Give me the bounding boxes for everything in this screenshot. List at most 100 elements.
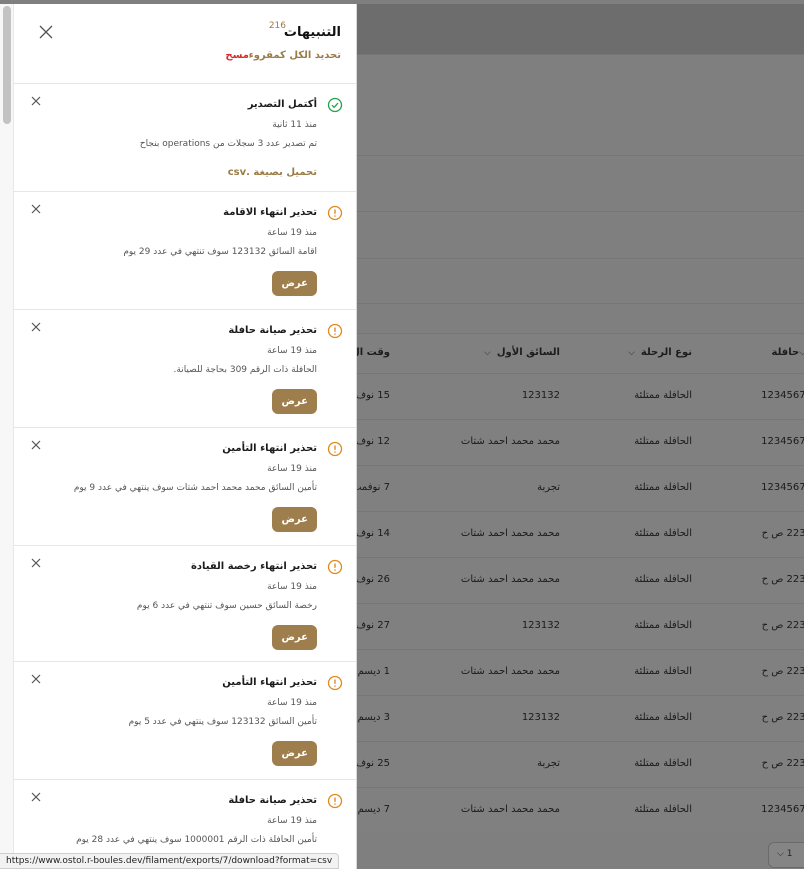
table-cell-bus: 2234 ص ح xyxy=(761,620,804,631)
warning-circle-icon xyxy=(327,205,343,221)
scrollbar[interactable] xyxy=(0,4,14,869)
close-icon[interactable] xyxy=(38,24,54,40)
table-row[interactable]: 12345678 الحافلة ممتلئة 123132 15 نوف xyxy=(356,373,804,419)
warning-circle-icon xyxy=(327,559,343,575)
table-cell-bus: 12345678 xyxy=(761,390,804,401)
table-cell-time: 14 نوف xyxy=(355,528,390,539)
table-cell-trip-type: الحافلة ممتلئة xyxy=(634,666,692,677)
notification-body: تأمين السائق 123132 سوف ينتهي في عدد 5 ي… xyxy=(128,717,317,727)
table-cell-time: 7 نوفمب xyxy=(352,482,390,493)
notification-residency-expiry: تحذير انتهاء الاقامة منذ 19 ساعة اقامة ا… xyxy=(14,192,356,310)
notification-bus-maintenance: تحذير صيانة حافلة منذ 19 ساعة الحافلة ذا… xyxy=(14,310,356,428)
view-button[interactable]: عرض xyxy=(272,389,317,414)
table-cell-bus: 2235 ص ح xyxy=(761,528,804,539)
table-cell-bus: 2234 ص ح xyxy=(761,712,804,723)
table-row[interactable]: 2235 ص ح الحافلة ممتلئة محمد محمد احمد شتا… xyxy=(356,557,804,603)
notification-body: رخصة السائق حسين سوف تنتهي في عدد 6 يوم xyxy=(136,601,317,611)
table-cell-trip-type: الحافلة ممتلئة xyxy=(634,482,692,493)
column-header-trip-type[interactable]: نوع الرحلة⌵ xyxy=(628,347,692,358)
close-icon[interactable] xyxy=(30,95,42,107)
table-cell-driver: 123132 xyxy=(521,620,560,631)
table-cell-time: 7 ديسم xyxy=(357,804,390,815)
table-row[interactable]: 12345678 الحافلة ممتلئة تجربة 7 نوفمب xyxy=(352,465,804,511)
table-cell-bus: 12345678 xyxy=(761,436,804,447)
table-cell-driver: 123132 xyxy=(521,390,560,401)
warning-circle-icon xyxy=(327,675,343,691)
panel-title: التنبيهات xyxy=(283,25,341,40)
table-row[interactable]: 2237 ص ح الحافلة ممتلئة تجربة 25 نوف xyxy=(356,741,804,787)
notification-license-expiry: تحذير انتهاء رخصة القيادة منذ 19 ساعة رخ… xyxy=(14,546,356,662)
view-button[interactable]: عرض xyxy=(272,741,317,766)
table-cell-driver: تجربة xyxy=(537,482,560,493)
table-row[interactable]: 2234 ص ح الحافلة ممتلئة 123132 3 ديسم xyxy=(356,695,804,741)
notification-count-badge: 216 xyxy=(268,21,286,31)
table-cell-time: 3 ديسم xyxy=(357,712,390,723)
chevron-down-icon: ⌵ xyxy=(484,348,491,358)
clear-all-link[interactable]: مسح xyxy=(225,50,249,61)
warning-circle-icon xyxy=(327,323,343,339)
notification-title: تحذير انتهاء رخصة القيادة xyxy=(190,561,317,572)
notification-time: منذ 19 ساعة xyxy=(267,464,317,474)
view-button[interactable]: عرض xyxy=(272,507,317,532)
notification-body: تأمين السائق محمد محمد احمد شتات سوف ينت… xyxy=(73,483,317,493)
table-cell-driver: محمد محمد احمد شتات xyxy=(460,804,560,815)
table-row[interactable]: 12345678 الحافلة ممتلئة محمد محمد احمد شتا… xyxy=(356,787,804,833)
notification-title: تحذير انتهاء التأمين xyxy=(222,443,317,454)
warning-circle-icon xyxy=(327,793,343,809)
close-icon[interactable] xyxy=(30,321,42,333)
table-row[interactable]: 2234 ص ح الحافلة ممتلئة 123132 27 نوف xyxy=(356,603,804,649)
notification-insurance-expiry: تحذير انتهاء التأمين منذ 19 ساعة تأمين ا… xyxy=(14,662,356,780)
notification-time: منذ 19 ساعة xyxy=(267,228,317,238)
table-row[interactable]: 2235 ص ح الحافلة ممتلئة محمد محمد احمد شتا… xyxy=(356,649,804,695)
close-icon[interactable] xyxy=(30,673,42,685)
table-cell-time: 1 ديسم xyxy=(357,666,390,677)
table-cell-trip-type: الحافلة ممتلئة xyxy=(634,712,692,723)
table-cell-trip-type: الحافلة ممتلئة xyxy=(634,574,692,585)
table-cell-bus: 12345678 xyxy=(761,804,804,815)
table-cell-driver: محمد محمد احمد شتات xyxy=(460,666,560,677)
view-button[interactable]: عرض xyxy=(272,625,317,650)
download-csv-link[interactable]: تحميل بصيغة .csv xyxy=(228,167,317,178)
mark-all-read-link[interactable]: تحديد الكل كمقروء xyxy=(249,50,341,61)
table-cell-driver: 123132 xyxy=(521,712,560,723)
scrollbar-thumb[interactable] xyxy=(3,6,11,124)
notification-body: تم تصدير عدد 3 سجلات من operations بنجاح xyxy=(139,139,317,149)
table-cell-driver: محمد محمد احمد شتات xyxy=(460,528,560,539)
table-cell-bus: 12345678 xyxy=(761,482,804,493)
chevron-down-icon: ⌵ xyxy=(777,849,784,859)
table-cell-driver: محمد محمد احمد شتات xyxy=(460,436,560,447)
table-cell-driver: تجربة xyxy=(537,758,560,769)
notification-title: تحذير صيانة حافلة xyxy=(228,325,317,336)
pagination-select[interactable]: ⌵ 1 xyxy=(768,842,804,868)
notification-export-complete: أكتمل التصدير منذ 11 ثانية تم تصدير عدد … xyxy=(14,84,356,192)
status-bar-url: https://www.ostol.r-boules.dev/filament/… xyxy=(0,853,340,869)
table-cell-trip-type: الحافلة ممتلئة xyxy=(634,758,692,769)
table-cell-trip-type: الحافلة ممتلئة xyxy=(634,436,692,447)
check-circle-icon xyxy=(327,97,343,113)
table-cell-trip-type: الحافلة ممتلئة xyxy=(634,390,692,401)
table-cell-time: 25 نوف xyxy=(355,758,390,769)
close-icon[interactable] xyxy=(30,557,42,569)
notification-title: أكتمل التصدير xyxy=(247,99,317,110)
view-button[interactable]: عرض xyxy=(272,271,317,296)
chevron-down-icon: ⌵ xyxy=(628,348,635,358)
table-row[interactable]: 12345678 الحافلة ممتلئة محمد محمد احمد شتا… xyxy=(356,419,804,465)
table-row[interactable]: 2235 ص ح الحافلة ممتلئة محمد محمد احمد شتا… xyxy=(356,511,804,557)
close-icon[interactable] xyxy=(30,439,42,451)
column-header-bus[interactable]: ⌵حافلة xyxy=(772,347,804,358)
notification-time: منذ 19 ساعة xyxy=(267,346,317,356)
notification-body: الحافلة ذات الرقم 309 بحاجة للصيانة. xyxy=(173,365,318,375)
notification-time: منذ 19 ساعة xyxy=(267,816,317,826)
notification-body: تأمين الحافلة ذات الرقم 1000001 سوف ينته… xyxy=(76,835,317,845)
notification-time: منذ 19 ساعة xyxy=(267,698,317,708)
table-cell-bus: 2237 ص ح xyxy=(761,758,804,769)
notifications-header: التنبيهات 216 تحديد الكل كمقروء مسح xyxy=(14,4,356,84)
close-icon[interactable] xyxy=(30,203,42,215)
table-cell-driver: محمد محمد احمد شتات xyxy=(460,574,560,585)
table-cell-time: 26 نوف xyxy=(355,574,390,585)
close-icon[interactable] xyxy=(30,791,42,803)
notification-time: منذ 19 ساعة xyxy=(267,582,317,592)
column-header-first-driver[interactable]: السائق الأول⌵ xyxy=(484,347,560,358)
warning-circle-icon xyxy=(327,441,343,457)
notification-title: تحذير انتهاء الاقامة xyxy=(223,207,317,218)
